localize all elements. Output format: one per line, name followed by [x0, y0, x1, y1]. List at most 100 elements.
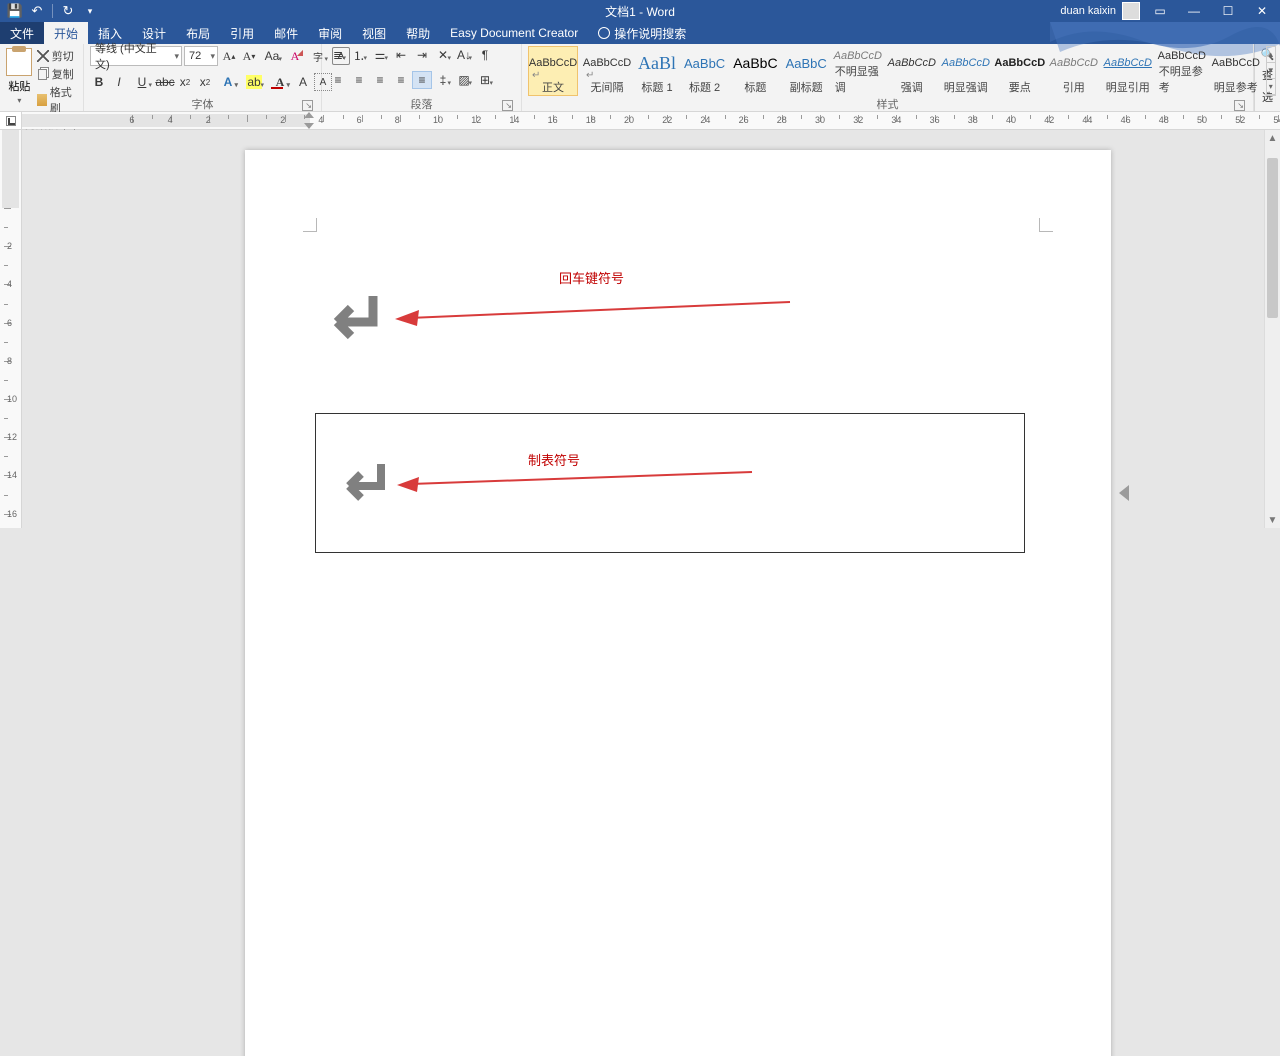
clear-format-button[interactable]: A◢: [286, 47, 304, 65]
qat-customize-icon[interactable]: ▾: [81, 2, 99, 20]
group-font: 等线 (中文正文) 72 A▴ A▾ Aa A◢ 字 A B I U abc x…: [84, 44, 322, 111]
tab-layout[interactable]: 布局: [176, 22, 220, 44]
paste-button[interactable]: 粘贴 ▾: [6, 46, 33, 105]
paste-label: 粘贴: [8, 78, 30, 94]
maximize-icon[interactable]: ☐: [1214, 0, 1242, 22]
line-spacing-button[interactable]: ‡: [433, 71, 453, 89]
show-marks-button[interactable]: ¶: [475, 46, 495, 64]
tab-references[interactable]: 引用: [220, 22, 264, 44]
style-强调[interactable]: AaBbCcD强调: [887, 46, 937, 96]
align-right-button[interactable]: ≡: [370, 71, 390, 89]
ruler-row: 2468101214161820222426283032343638404244…: [0, 112, 1280, 130]
strike-button[interactable]: abc: [156, 73, 174, 91]
group-paragraph: ≣ ⒈ ⚌ ⇤ ⇥ ✕ A↓ ¶ ≡ ≡ ≡ ≡ ≡ ‡ ▨ ⊞ 段落↘: [322, 44, 522, 111]
bold-button[interactable]: B: [90, 73, 108, 91]
tell-me[interactable]: 操作说明搜索: [588, 22, 686, 44]
user-name[interactable]: duan kaixin: [1060, 5, 1116, 17]
quick-access-toolbar: 💾 ↶ ↻ ▾: [0, 2, 99, 20]
avatar[interactable]: [1122, 2, 1140, 20]
redo-icon[interactable]: ↻: [59, 2, 77, 20]
ribbon-display-icon[interactable]: ▭: [1146, 0, 1174, 22]
tab-review[interactable]: 审阅: [308, 22, 352, 44]
change-case-button[interactable]: Aa: [260, 47, 284, 65]
enter-glyph-2: [331, 460, 393, 508]
subscript-button[interactable]: x2: [176, 73, 194, 91]
style-明显引用[interactable]: AaBbCcD明显引用: [1103, 46, 1153, 96]
underline-button[interactable]: U: [130, 73, 154, 91]
style-不明显参考[interactable]: AaBbCcD不明显参考: [1157, 46, 1207, 96]
tabstop-icon: [6, 116, 16, 126]
italic-button[interactable]: I: [110, 73, 128, 91]
shading-button[interactable]: ▨: [454, 71, 474, 89]
copy-button[interactable]: 复制: [37, 66, 77, 82]
style-标题 2[interactable]: AaBbC标题 2: [682, 46, 727, 96]
vertical-ruler[interactable]: 2468101214161820222426283032343638: [0, 130, 22, 528]
font-size-select[interactable]: 72: [184, 46, 218, 66]
tell-me-label: 操作说明搜索: [614, 25, 686, 42]
tab-file[interactable]: 文件: [0, 22, 44, 44]
style-引用[interactable]: AaBbCcD引用: [1049, 46, 1099, 96]
align-center-button[interactable]: ≡: [349, 71, 369, 89]
dialog-launcher-icon[interactable]: ↘: [302, 100, 313, 111]
minimize-icon[interactable]: —: [1180, 0, 1208, 22]
indent-dec-button[interactable]: ⇤: [391, 46, 411, 64]
style-不明显强调[interactable]: AaBbCcD不明显强调: [833, 46, 883, 96]
caption-tab: 制表符号: [528, 450, 580, 469]
font-label: 字体: [192, 99, 214, 111]
page[interactable]: 回车键符号 制表符号: [245, 150, 1111, 1056]
font-color-button[interactable]: A: [268, 73, 292, 91]
style-明显参考[interactable]: AaBbCcD明显参考: [1211, 46, 1261, 96]
scroll-thumb[interactable]: [1267, 158, 1278, 318]
align-dist-button[interactable]: ≡: [412, 71, 432, 89]
style-无间隔[interactable]: AaBbCcD无间隔↵: [582, 46, 632, 96]
title-bar: 💾 ↶ ↻ ▾ 文档1 - Word duan kaixin ▭ — ☐ ✕: [0, 0, 1280, 22]
tab-help[interactable]: 帮助: [396, 22, 440, 44]
tab-mailings[interactable]: 邮件: [264, 22, 308, 44]
style-明显强调[interactable]: AaBbCcD明显强调: [941, 46, 991, 96]
highlight-button[interactable]: ab: [242, 73, 266, 91]
styles-label: 样式: [877, 99, 899, 111]
font-name-select[interactable]: 等线 (中文正文): [90, 46, 182, 66]
shrink-font-button[interactable]: A▾: [240, 47, 258, 65]
multilevel-button[interactable]: ⚌: [370, 46, 390, 64]
save-icon[interactable]: 💾: [6, 2, 24, 20]
tab-home[interactable]: 开始: [44, 22, 88, 44]
gallery-scroll[interactable]: ▲▼▾: [1266, 46, 1276, 96]
scroll-up-icon[interactable]: ▲: [1265, 130, 1280, 146]
char-shading-button[interactable]: A: [294, 73, 312, 91]
numbering-button[interactable]: ⒈: [349, 46, 369, 64]
align-left-button[interactable]: ≡: [328, 71, 348, 89]
indent-inc-button[interactable]: ⇥: [412, 46, 432, 64]
horizontal-ruler[interactable]: 2468101214161820222426283032343638404244…: [22, 112, 1280, 129]
style-标题 1[interactable]: AaBl标题 1: [636, 46, 678, 96]
document-area: 2468101214161820222426283032343638 回车键符号…: [0, 130, 1280, 528]
undo-icon[interactable]: ↶: [28, 2, 46, 20]
text-effects-button[interactable]: A: [216, 73, 240, 91]
vertical-scrollbar[interactable]: ▲ ▼: [1264, 130, 1280, 528]
red-arrow-1: [395, 298, 795, 328]
group-clipboard: 粘贴 ▾ 剪切 复制 格式刷 剪贴板↘: [0, 44, 84, 111]
lightbulb-icon: [598, 27, 610, 39]
style-要点[interactable]: AaBbCcD要点: [995, 46, 1045, 96]
close-icon[interactable]: ✕: [1248, 0, 1276, 22]
group-styles: AaBbCcD正文↵AaBbCcD无间隔↵AaBl标题 1AaBbC标题 2Aa…: [522, 44, 1254, 111]
align-justify-button[interactable]: ≡: [391, 71, 411, 89]
cut-button[interactable]: 剪切: [37, 48, 77, 64]
grow-font-button[interactable]: A▴: [220, 47, 238, 65]
scroll-down-icon[interactable]: ▼: [1265, 512, 1280, 528]
borders-button[interactable]: ⊞: [475, 71, 495, 89]
sort-button[interactable]: A↓: [454, 46, 474, 64]
document-title: 文档1 - Word: [605, 3, 675, 20]
style-标题[interactable]: AaBbC标题: [731, 46, 779, 96]
asian-layout-button[interactable]: ✕: [433, 46, 453, 64]
style-正文[interactable]: AaBbCcD正文↵: [528, 46, 578, 96]
superscript-button[interactable]: x2: [196, 73, 214, 91]
tab-view[interactable]: 视图: [352, 22, 396, 44]
caption-enter: 回车键符号: [559, 268, 624, 287]
dialog-launcher-icon[interactable]: ↘: [1234, 100, 1245, 111]
tab-edc[interactable]: Easy Document Creator: [440, 22, 588, 44]
bullets-button[interactable]: ≣: [328, 46, 348, 64]
anchor-caret-icon: [1119, 485, 1129, 501]
dialog-launcher-icon[interactable]: ↘: [502, 100, 513, 111]
style-副标题[interactable]: AaBbC副标题: [784, 46, 829, 96]
